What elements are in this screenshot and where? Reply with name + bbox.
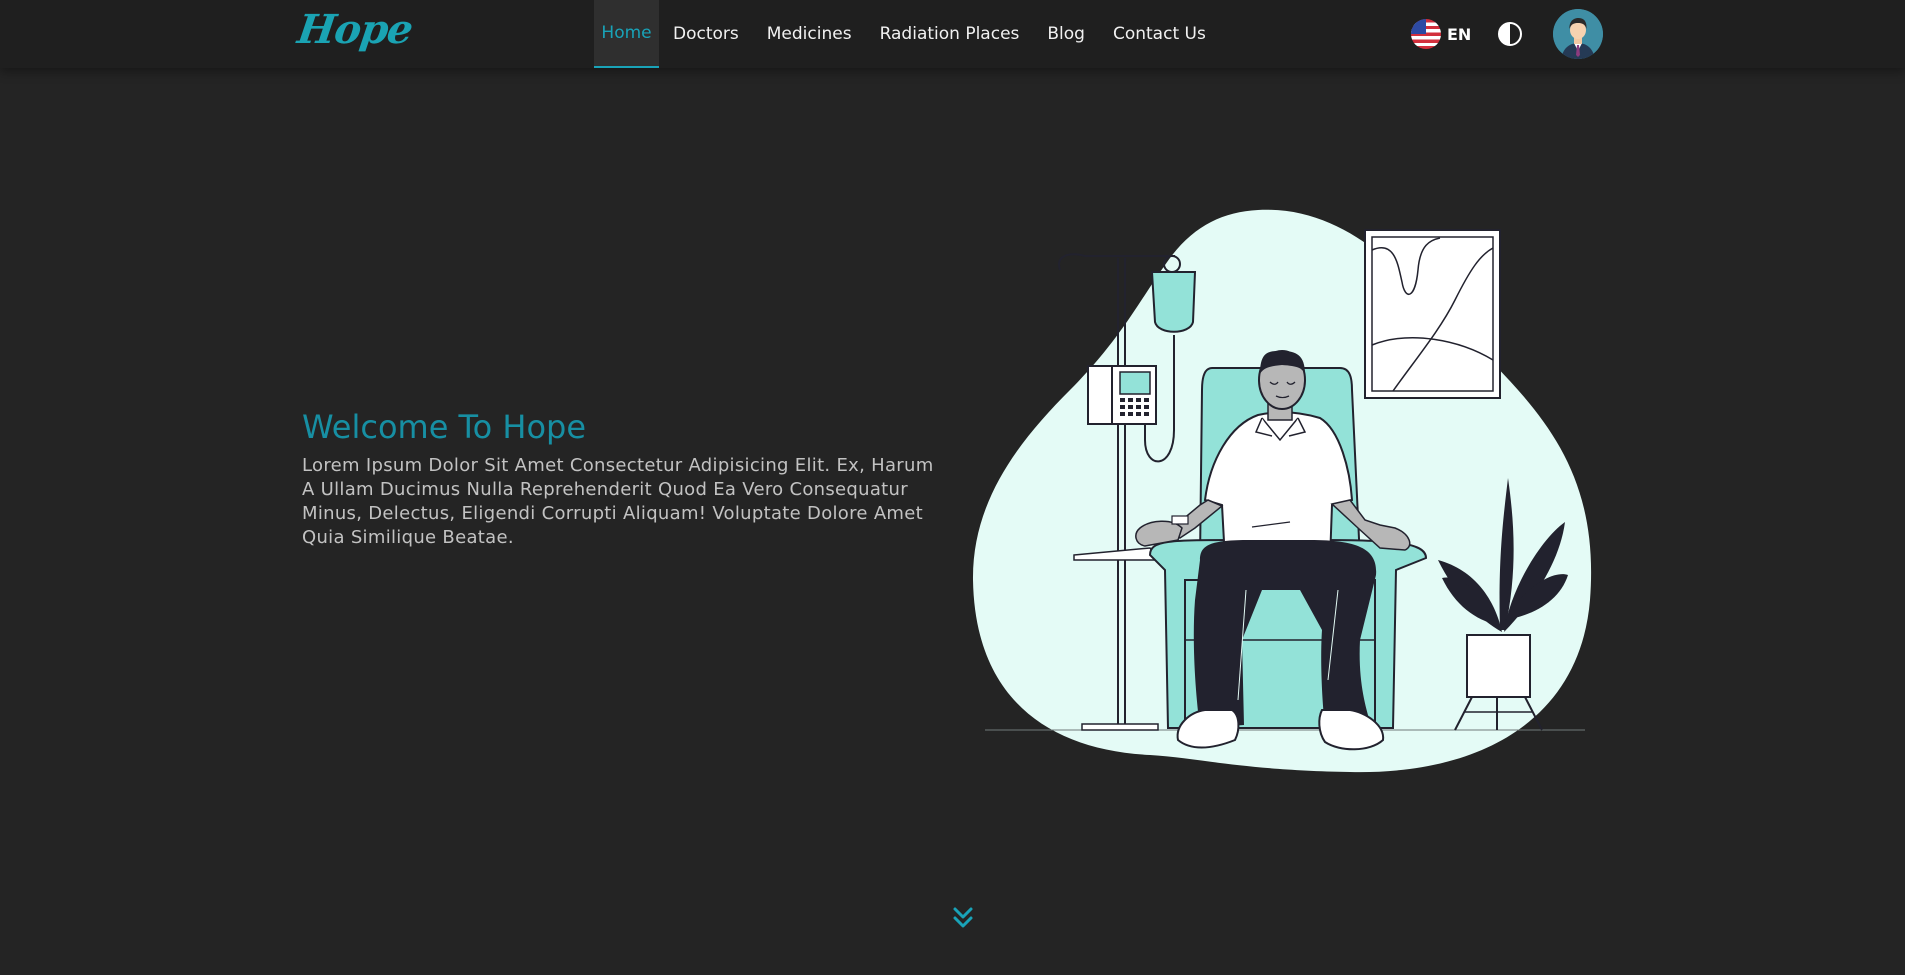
nav-link-contact-us[interactable]: Contact Us bbox=[1099, 0, 1220, 68]
navbar: Hope Home Doctors Medicines Radiation Pl… bbox=[0, 0, 1905, 68]
hero-title: Welcome To Hope bbox=[302, 408, 587, 446]
nav-link-doctors[interactable]: Doctors bbox=[659, 0, 753, 68]
nav-link-home[interactable]: Home bbox=[594, 0, 659, 68]
nav-link-medicines[interactable]: Medicines bbox=[753, 0, 866, 68]
nav-link-blog[interactable]: Blog bbox=[1033, 0, 1099, 68]
contrast-icon[interactable] bbox=[1498, 22, 1522, 46]
us-flag-icon bbox=[1411, 19, 1441, 49]
double-chevron-down-icon[interactable] bbox=[951, 906, 975, 930]
hero-description: Lorem Ipsum Dolor Sit Amet Consectetur A… bbox=[302, 455, 934, 548]
user-avatar-icon[interactable] bbox=[1553, 9, 1603, 59]
brand-logo[interactable]: Hope bbox=[295, 6, 415, 53]
nav-link-radiation-places[interactable]: Radiation Places bbox=[866, 0, 1034, 68]
patient-iv-chair-illustration bbox=[960, 200, 1600, 790]
main-nav: Home Doctors Medicines Radiation Places … bbox=[594, 0, 1220, 68]
language-selector[interactable]: EN bbox=[1411, 17, 1471, 51]
language-label: EN bbox=[1447, 24, 1472, 44]
